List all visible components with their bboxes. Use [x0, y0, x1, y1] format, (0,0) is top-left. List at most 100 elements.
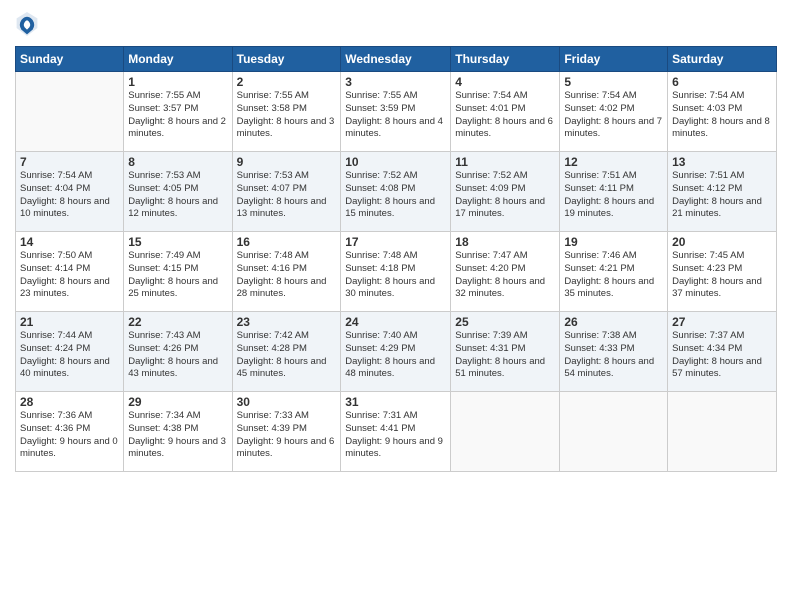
day-number: 6 [672, 75, 772, 89]
day-info: Sunrise: 7:52 AMSunset: 4:09 PMDaylight:… [455, 170, 555, 221]
calendar-day-cell: 24Sunrise: 7:40 AMSunset: 4:29 PMDayligh… [341, 312, 451, 392]
day-info: Sunrise: 7:33 AMSunset: 4:39 PMDaylight:… [237, 410, 337, 461]
day-number: 9 [237, 155, 337, 169]
day-info: Sunrise: 7:40 AMSunset: 4:29 PMDaylight:… [345, 330, 446, 381]
day-info: Sunrise: 7:54 AMSunset: 4:01 PMDaylight:… [455, 90, 555, 141]
day-info: Sunrise: 7:48 AMSunset: 4:18 PMDaylight:… [345, 250, 446, 301]
calendar-day-cell: 27Sunrise: 7:37 AMSunset: 4:34 PMDayligh… [668, 312, 777, 392]
calendar-week-row: 7Sunrise: 7:54 AMSunset: 4:04 PMDaylight… [16, 152, 777, 232]
day-number: 18 [455, 235, 555, 249]
day-number: 11 [455, 155, 555, 169]
day-info: Sunrise: 7:42 AMSunset: 4:28 PMDaylight:… [237, 330, 337, 381]
day-number: 20 [672, 235, 772, 249]
page: SundayMondayTuesdayWednesdayThursdayFrid… [0, 0, 792, 612]
day-info: Sunrise: 7:38 AMSunset: 4:33 PMDaylight:… [564, 330, 663, 381]
day-number: 25 [455, 315, 555, 329]
calendar-day-cell: 6Sunrise: 7:54 AMSunset: 4:03 PMDaylight… [668, 72, 777, 152]
calendar-day-cell: 9Sunrise: 7:53 AMSunset: 4:07 PMDaylight… [232, 152, 341, 232]
calendar-day-cell: 5Sunrise: 7:54 AMSunset: 4:02 PMDaylight… [560, 72, 668, 152]
day-number: 3 [345, 75, 446, 89]
day-info: Sunrise: 7:43 AMSunset: 4:26 PMDaylight:… [128, 330, 227, 381]
day-number: 22 [128, 315, 227, 329]
day-number: 23 [237, 315, 337, 329]
calendar-day-cell: 19Sunrise: 7:46 AMSunset: 4:21 PMDayligh… [560, 232, 668, 312]
calendar-day-cell: 4Sunrise: 7:54 AMSunset: 4:01 PMDaylight… [451, 72, 560, 152]
calendar-day-cell: 2Sunrise: 7:55 AMSunset: 3:58 PMDaylight… [232, 72, 341, 152]
day-info: Sunrise: 7:44 AMSunset: 4:24 PMDaylight:… [20, 330, 119, 381]
calendar-day-cell: 1Sunrise: 7:55 AMSunset: 3:57 PMDaylight… [124, 72, 232, 152]
day-number: 16 [237, 235, 337, 249]
calendar-day-cell [560, 392, 668, 472]
header [15, 10, 777, 38]
calendar-day-cell: 7Sunrise: 7:54 AMSunset: 4:04 PMDaylight… [16, 152, 124, 232]
day-info: Sunrise: 7:34 AMSunset: 4:38 PMDaylight:… [128, 410, 227, 461]
day-info: Sunrise: 7:55 AMSunset: 3:59 PMDaylight:… [345, 90, 446, 141]
day-number: 2 [237, 75, 337, 89]
calendar-day-cell: 31Sunrise: 7:31 AMSunset: 4:41 PMDayligh… [341, 392, 451, 472]
day-info: Sunrise: 7:54 AMSunset: 4:04 PMDaylight:… [20, 170, 119, 221]
day-number: 13 [672, 155, 772, 169]
calendar-day-cell: 28Sunrise: 7:36 AMSunset: 4:36 PMDayligh… [16, 392, 124, 472]
weekday-header: Saturday [668, 47, 777, 72]
day-info: Sunrise: 7:49 AMSunset: 4:15 PMDaylight:… [128, 250, 227, 301]
calendar: SundayMondayTuesdayWednesdayThursdayFrid… [15, 46, 777, 472]
calendar-day-cell: 23Sunrise: 7:42 AMSunset: 4:28 PMDayligh… [232, 312, 341, 392]
day-info: Sunrise: 7:53 AMSunset: 4:07 PMDaylight:… [237, 170, 337, 221]
calendar-day-cell: 12Sunrise: 7:51 AMSunset: 4:11 PMDayligh… [560, 152, 668, 232]
calendar-day-cell: 17Sunrise: 7:48 AMSunset: 4:18 PMDayligh… [341, 232, 451, 312]
calendar-day-cell: 13Sunrise: 7:51 AMSunset: 4:12 PMDayligh… [668, 152, 777, 232]
calendar-day-cell: 18Sunrise: 7:47 AMSunset: 4:20 PMDayligh… [451, 232, 560, 312]
day-info: Sunrise: 7:31 AMSunset: 4:41 PMDaylight:… [345, 410, 446, 461]
weekday-header: Tuesday [232, 47, 341, 72]
day-info: Sunrise: 7:50 AMSunset: 4:14 PMDaylight:… [20, 250, 119, 301]
day-info: Sunrise: 7:55 AMSunset: 3:58 PMDaylight:… [237, 90, 337, 141]
day-number: 7 [20, 155, 119, 169]
day-number: 29 [128, 395, 227, 409]
day-number: 19 [564, 235, 663, 249]
day-number: 15 [128, 235, 227, 249]
weekday-header: Wednesday [341, 47, 451, 72]
calendar-day-cell [668, 392, 777, 472]
day-number: 28 [20, 395, 119, 409]
weekday-header: Friday [560, 47, 668, 72]
day-info: Sunrise: 7:48 AMSunset: 4:16 PMDaylight:… [237, 250, 337, 301]
calendar-week-row: 28Sunrise: 7:36 AMSunset: 4:36 PMDayligh… [16, 392, 777, 472]
calendar-day-cell: 29Sunrise: 7:34 AMSunset: 4:38 PMDayligh… [124, 392, 232, 472]
calendar-day-cell: 20Sunrise: 7:45 AMSunset: 4:23 PMDayligh… [668, 232, 777, 312]
day-number: 10 [345, 155, 446, 169]
day-info: Sunrise: 7:37 AMSunset: 4:34 PMDaylight:… [672, 330, 772, 381]
day-info: Sunrise: 7:39 AMSunset: 4:31 PMDaylight:… [455, 330, 555, 381]
day-info: Sunrise: 7:51 AMSunset: 4:11 PMDaylight:… [564, 170, 663, 221]
weekday-header: Sunday [16, 47, 124, 72]
day-number: 5 [564, 75, 663, 89]
day-info: Sunrise: 7:54 AMSunset: 4:02 PMDaylight:… [564, 90, 663, 141]
day-info: Sunrise: 7:53 AMSunset: 4:05 PMDaylight:… [128, 170, 227, 221]
weekday-header: Thursday [451, 47, 560, 72]
calendar-day-cell: 22Sunrise: 7:43 AMSunset: 4:26 PMDayligh… [124, 312, 232, 392]
calendar-day-cell: 16Sunrise: 7:48 AMSunset: 4:16 PMDayligh… [232, 232, 341, 312]
logo-icon [15, 10, 39, 38]
day-info: Sunrise: 7:52 AMSunset: 4:08 PMDaylight:… [345, 170, 446, 221]
calendar-day-cell: 26Sunrise: 7:38 AMSunset: 4:33 PMDayligh… [560, 312, 668, 392]
day-number: 21 [20, 315, 119, 329]
calendar-day-cell [451, 392, 560, 472]
day-number: 26 [564, 315, 663, 329]
calendar-day-cell: 21Sunrise: 7:44 AMSunset: 4:24 PMDayligh… [16, 312, 124, 392]
day-number: 30 [237, 395, 337, 409]
calendar-day-cell: 25Sunrise: 7:39 AMSunset: 4:31 PMDayligh… [451, 312, 560, 392]
weekday-header: Monday [124, 47, 232, 72]
day-number: 8 [128, 155, 227, 169]
day-info: Sunrise: 7:51 AMSunset: 4:12 PMDaylight:… [672, 170, 772, 221]
day-info: Sunrise: 7:55 AMSunset: 3:57 PMDaylight:… [128, 90, 227, 141]
day-number: 4 [455, 75, 555, 89]
calendar-day-cell: 14Sunrise: 7:50 AMSunset: 4:14 PMDayligh… [16, 232, 124, 312]
day-number: 24 [345, 315, 446, 329]
calendar-week-row: 14Sunrise: 7:50 AMSunset: 4:14 PMDayligh… [16, 232, 777, 312]
day-info: Sunrise: 7:46 AMSunset: 4:21 PMDaylight:… [564, 250, 663, 301]
day-info: Sunrise: 7:36 AMSunset: 4:36 PMDaylight:… [20, 410, 119, 461]
day-number: 14 [20, 235, 119, 249]
calendar-day-cell: 8Sunrise: 7:53 AMSunset: 4:05 PMDaylight… [124, 152, 232, 232]
calendar-day-cell: 30Sunrise: 7:33 AMSunset: 4:39 PMDayligh… [232, 392, 341, 472]
day-info: Sunrise: 7:54 AMSunset: 4:03 PMDaylight:… [672, 90, 772, 141]
day-number: 12 [564, 155, 663, 169]
